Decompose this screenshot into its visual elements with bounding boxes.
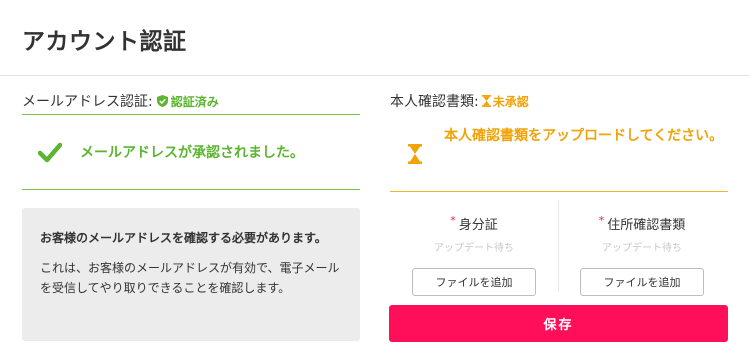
- email-info-box: お客様のメールアドレスを確認する必要があります。 これは、お客様のメールアドレス…: [22, 208, 360, 341]
- save-button[interactable]: 保存: [389, 305, 728, 342]
- address-document-upload: * 住所確認書類 アップデート待ち ファイルを追加: [558, 214, 726, 296]
- upload-prompt-message: 本人確認書類をアップロードしてください。: [444, 128, 724, 144]
- email-status-badge: 認証済み: [156, 93, 219, 110]
- email-info-body: これは、お客様のメールアドレスが有効で、電子メールを受信してやり取りできることを…: [40, 261, 340, 295]
- identity-verification-section: 本人確認書類: 未承認 本人確認書類をアップロードしてください。 * 身分証 アッ…: [390, 88, 728, 296]
- email-status-text: 認証済み: [170, 94, 219, 109]
- email-info-title: お客様のメールアドレスを確認する必要があります。: [40, 231, 327, 245]
- shield-check-icon: [156, 95, 168, 107]
- hourglass-icon: [408, 144, 422, 164]
- identity-status-badge: 未承認: [481, 93, 529, 110]
- upload-prompt-box: 本人確認書類をアップロードしてください。: [390, 114, 728, 192]
- email-verification-section: メールアドレス認証: 認証済み メールアドレスが承認されました。 お客様のメール…: [22, 88, 360, 341]
- address-document-label: * 住所確認書類: [558, 214, 726, 233]
- required-marker: *: [450, 214, 456, 227]
- email-section-header: メールアドレス認証: 認証済み: [22, 88, 360, 115]
- email-confirmed-message: メールアドレスが承認されました。: [80, 145, 304, 161]
- hourglass-icon: [481, 95, 491, 107]
- id-document-upload: * 身分証 アップデート待ち ファイルを追加: [390, 214, 558, 296]
- identity-section-label: 本人確認書類:: [390, 94, 479, 110]
- identity-section-header: 本人確認書類: 未承認: [390, 88, 728, 114]
- email-section-label: メールアドレス認証:: [22, 94, 153, 110]
- address-document-label-text: 住所確認書類: [607, 218, 686, 233]
- add-id-file-button[interactable]: ファイルを追加: [412, 268, 536, 296]
- add-address-file-button[interactable]: ファイルを追加: [580, 268, 704, 296]
- id-document-label-text: 身分証: [458, 218, 498, 233]
- id-document-label: * 身分証: [390, 214, 558, 233]
- page-title: アカウント認証: [22, 29, 187, 55]
- header-divider: [0, 75, 750, 76]
- checkmark-icon: [38, 142, 62, 163]
- email-confirmed-box: メールアドレスが承認されました。: [22, 115, 360, 190]
- document-upload-area: * 身分証 アップデート待ち ファイルを追加 * 住所確認書類 アップデート待ち フ…: [390, 192, 728, 296]
- address-document-status: アップデート待ち: [602, 243, 682, 254]
- id-document-status: アップデート待ち: [434, 243, 514, 254]
- required-marker: *: [598, 214, 605, 227]
- identity-status-text: 未承認: [492, 94, 529, 109]
